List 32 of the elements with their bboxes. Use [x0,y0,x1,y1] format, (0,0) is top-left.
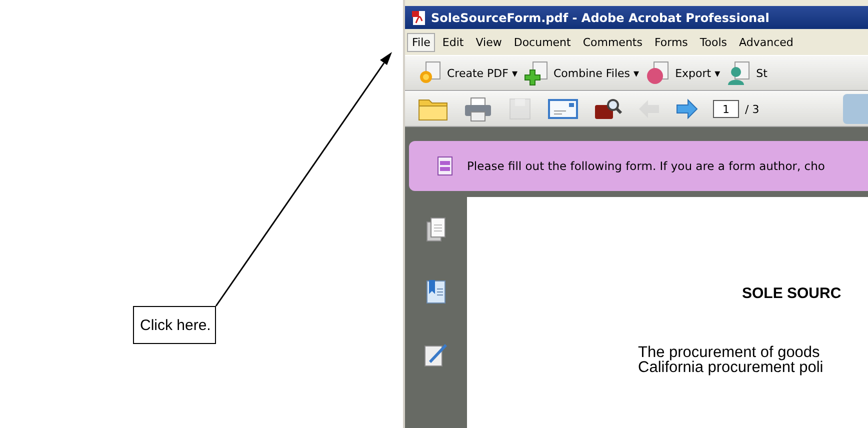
menu-item[interactable]: Document [508,32,576,52]
menu-item[interactable]: Comments [578,32,648,52]
menu-item[interactable]: File [407,32,436,52]
callout-text: Click here. [133,306,216,344]
pdf-icon [411,10,427,26]
menu-item[interactable]: View [470,32,507,52]
document-heading: SOLE SOURC [742,285,842,302]
form-message: Please fill out the following form. If you are a form author, cho [467,159,825,173]
menu-item[interactable]: Tools [694,32,732,52]
menu-item[interactable]: Advanced [734,32,798,52]
page-count: / 3 [745,102,760,116]
pages-icon[interactable] [425,217,447,243]
document-text-line: The procurement of goods [638,345,820,360]
page-number-field[interactable]: 1 [713,100,739,118]
menu-item[interactable]: Forms [649,32,693,52]
star-document-icon [417,60,443,86]
task-button[interactable]: Export ▾ [645,60,720,86]
form-icon [437,156,453,176]
window-title: SoleSourceForm.pdf - Adobe Acrobat Professional [431,10,770,24]
print-icon[interactable] [463,96,493,122]
add-document-icon [524,60,550,86]
task-button[interactable]: St [726,60,768,86]
task-button[interactable]: Combine Files ▾ [524,60,640,86]
menu-item[interactable]: Edit [437,32,469,52]
person-document-icon [726,60,752,86]
document-text-line: California procurement poli [638,360,824,375]
export-document-icon [645,60,672,86]
pen-document-icon[interactable] [423,341,449,367]
task-button[interactable]: Create PDF ▾ [417,60,518,86]
bookmark-page-icon[interactable] [425,279,447,305]
right-arrow-icon[interactable] [675,97,699,121]
envelope-icon[interactable] [547,96,579,122]
